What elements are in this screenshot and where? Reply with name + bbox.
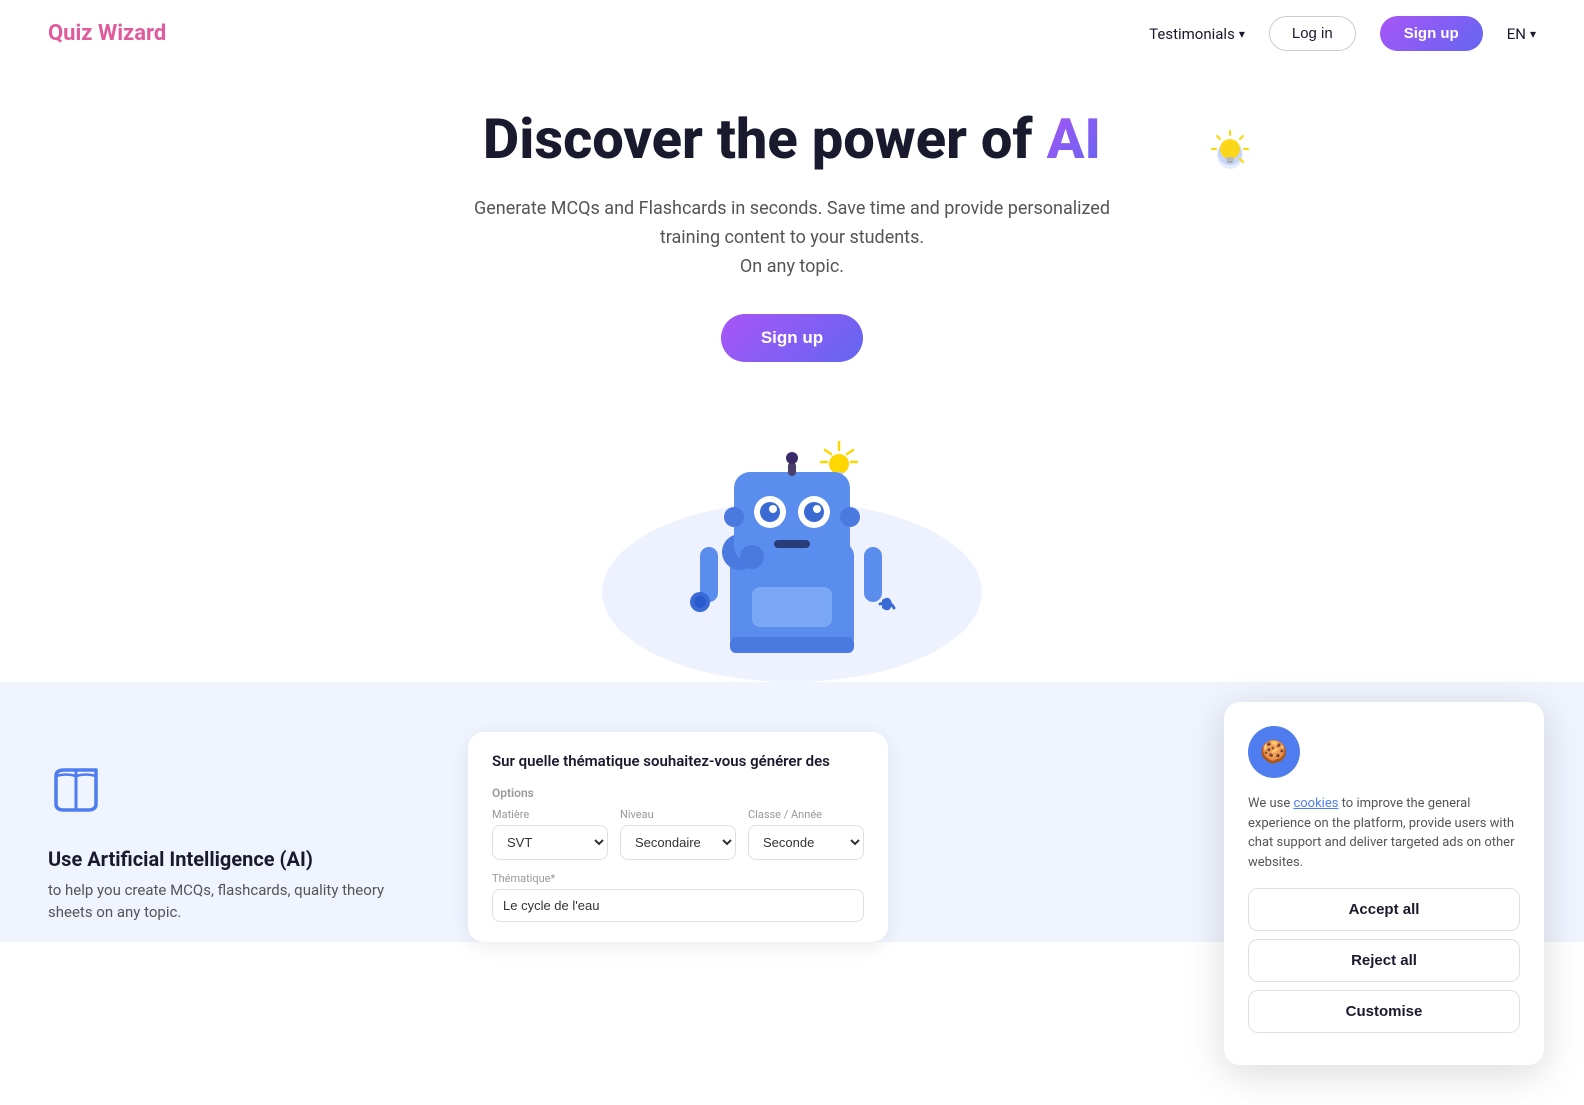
cookie-banner: 🍪 We use cookies to improve the general … [1224, 702, 1544, 1065]
cookies-link[interactable]: cookies [1293, 796, 1338, 811]
login-button[interactable]: Log in [1269, 16, 1356, 51]
cookie-icon: 🍪 [1248, 726, 1300, 778]
cookie-text: We use cookies to improve the general ex… [1248, 794, 1520, 872]
logo[interactable]: Quiz Wizard [48, 21, 166, 46]
lang-selector[interactable]: EN [1507, 25, 1536, 43]
classe-select[interactable]: Seconde [748, 825, 864, 860]
hero-section: Discover the power of AI Generate MCQs a… [0, 67, 1584, 682]
matiere-select[interactable]: SVT [492, 825, 608, 860]
testimonials-link[interactable]: Testimonials [1149, 25, 1245, 43]
bottom-left-content: Use Artificial Intelligence (AI) to help… [48, 742, 428, 924]
classe-field: Classe / Année Seconde [748, 808, 864, 860]
hero-subtitle: Generate MCQs and Flashcards in seconds.… [472, 195, 1112, 281]
niveau-select[interactable]: Secondaire [620, 825, 736, 860]
accept-all-button[interactable]: Accept all [1248, 888, 1520, 931]
theme-input[interactable] [492, 889, 864, 922]
quiz-card: Sur quelle thématique souhaitez-vous gén… [468, 732, 888, 942]
matiere-label: Matière [492, 808, 608, 821]
quiz-options-row: Matière SVT Niveau Secondaire Classe / A… [492, 808, 864, 860]
customise-button[interactable]: Customise [1248, 990, 1520, 1033]
bottom-heading: Use Artificial Intelligence (AI) [48, 847, 428, 871]
reject-all-button[interactable]: Reject all [1248, 939, 1520, 982]
niveau-field: Niveau Secondaire [620, 808, 736, 860]
matiere-field: Matière SVT [492, 808, 608, 860]
robot-svg [672, 412, 912, 672]
nav-right: Testimonials Log in Sign up EN [1149, 16, 1536, 51]
quiz-options-label: Options [492, 786, 864, 800]
hero-title: Discover the power of AI [20, 107, 1564, 171]
robot-illustration [592, 402, 992, 682]
bottom-subtext: to help you create MCQs, flashcards, qua… [48, 879, 428, 924]
classe-label: Classe / Année [748, 808, 864, 821]
signup-button-nav[interactable]: Sign up [1380, 16, 1483, 51]
quiz-card-title: Sur quelle thématique souhaitez-vous gén… [492, 752, 864, 770]
book-icon [48, 762, 428, 831]
hero-ai-text: AI [1047, 106, 1102, 172]
theme-label: Thématique* [492, 872, 864, 885]
navigation: Quiz Wizard Testimonials Log in Sign up … [0, 0, 1584, 67]
hero-signup-button[interactable]: Sign up [721, 314, 863, 362]
lightbulb-decoration-top [1208, 127, 1252, 187]
niveau-label: Niveau [620, 808, 736, 821]
